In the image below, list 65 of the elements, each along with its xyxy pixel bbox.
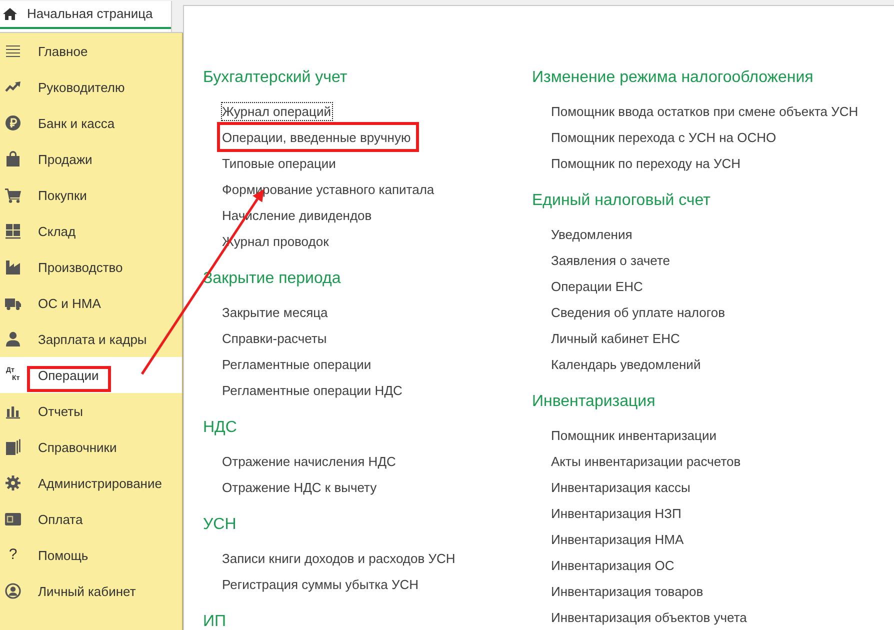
menu-link[interactable]: Типовые операции (221, 154, 338, 172)
menu-link[interactable]: Записи книги доходов и расходов УСН (221, 548, 458, 568)
menu-link[interactable]: Отражение начисления НДС (221, 452, 398, 470)
sidebar-item[interactable]: Продажи (0, 141, 182, 177)
menu-link[interactable]: Журнал операций (221, 102, 333, 120)
shopping-bag-icon (5, 151, 21, 167)
sidebar-item[interactable]: Справочники (0, 429, 182, 465)
sidebar-item[interactable]: Администрирование (0, 465, 182, 501)
sidebar-item[interactable]: Личный кабинет (0, 573, 182, 609)
sidebar-item[interactable]: Склад (0, 213, 182, 249)
menu-link[interactable]: Помощник перехода с УСН на ОСНО (550, 128, 778, 146)
menu-link[interactable]: Заявления о зачете (550, 250, 672, 270)
menu-link[interactable]: Инвентаризация кассы (550, 478, 692, 496)
menu-link[interactable]: Регламентные операции (221, 354, 374, 374)
menu-link[interactable]: Операции ЕНС (550, 276, 645, 296)
menu-link[interactable]: Закрытие месяца (221, 302, 330, 322)
menu-link[interactable]: Акты инвентаризации расчетов (550, 452, 743, 470)
menu-link[interactable]: Помощник инвентаризации (550, 426, 718, 444)
section-heading: Бухгалтерский учет (203, 68, 348, 88)
menu-link[interactable]: Формирование уставного капитала (221, 180, 436, 198)
menu-link[interactable]: Инвентаризация товаров (550, 582, 706, 600)
menu-link[interactable]: Отражение НДС к вычету (221, 478, 379, 496)
section-heading: Единый налоговый счет (532, 191, 710, 211)
sidebar-item[interactable]: Отчеты (0, 393, 182, 429)
section-heading: ИП (203, 612, 226, 630)
sidebar-item[interactable]: Банк и касса (0, 105, 182, 141)
menu-link[interactable]: Помощник по переходу на УСН (550, 154, 743, 172)
menu-link[interactable]: Инвентаризация ОС (550, 556, 676, 574)
sidebar-item[interactable]: ОС и НМА (0, 285, 182, 321)
person-icon (5, 331, 21, 347)
wallet-icon (5, 511, 21, 527)
cart-icon (5, 187, 21, 203)
home-icon (3, 8, 17, 20)
factory-icon (5, 259, 21, 275)
menu-icon (5, 43, 21, 59)
section-heading: НДС (203, 418, 237, 438)
blocks-icon (5, 223, 21, 239)
menu-link[interactable]: Уведомления (550, 224, 634, 244)
question-mark-icon: ? (5, 547, 21, 563)
section-heading: Изменение режима налогообложения (532, 68, 814, 88)
sidebar-item[interactable]: Производство (0, 249, 182, 285)
menu-link[interactable]: Инвентаризация НЗП (550, 504, 684, 522)
sidebar-item[interactable]: Оплата (0, 501, 182, 537)
documents-icon (5, 439, 21, 455)
menu-link[interactable]: Справки-расчеты (221, 328, 329, 348)
menu-link[interactable]: Регламентные операции НДС (221, 380, 404, 400)
menu-link[interactable]: Сведения об уплате налогов (550, 302, 727, 322)
section-heading: УСН (203, 515, 236, 535)
menu-link[interactable]: Личный кабинет ЕНС (550, 328, 682, 348)
sidebar-item[interactable]: Руководителю (0, 69, 182, 105)
user-circle-icon (5, 583, 21, 599)
menu-link[interactable]: Инвентаризация НМА (550, 530, 686, 548)
menu-link[interactable]: Помощник ввода остатков при смене объекта УСН (550, 102, 860, 120)
sidebar-item[interactable]: Главное (0, 33, 182, 69)
menu-link[interactable]: Операции, введенные вручную (221, 128, 413, 146)
menu-link[interactable]: Регистрация суммы убытка УСН (221, 574, 421, 594)
sidebar-item[interactable]: Покупки (0, 177, 182, 213)
home-tab[interactable]: Начальная страница (0, 1, 172, 32)
section-heading: Инвентаризация (532, 392, 656, 412)
sidebar-item[interactable]: ? Помощь (0, 537, 182, 573)
menu-link[interactable]: Инвентаризация объектов учета (550, 608, 749, 626)
gear-icon (5, 475, 21, 491)
menu-link[interactable]: Календарь уведомлений (550, 354, 703, 374)
sidebar-item[interactable]: Зарплата и кадры (0, 321, 182, 357)
ruble-coin-icon (5, 115, 21, 131)
